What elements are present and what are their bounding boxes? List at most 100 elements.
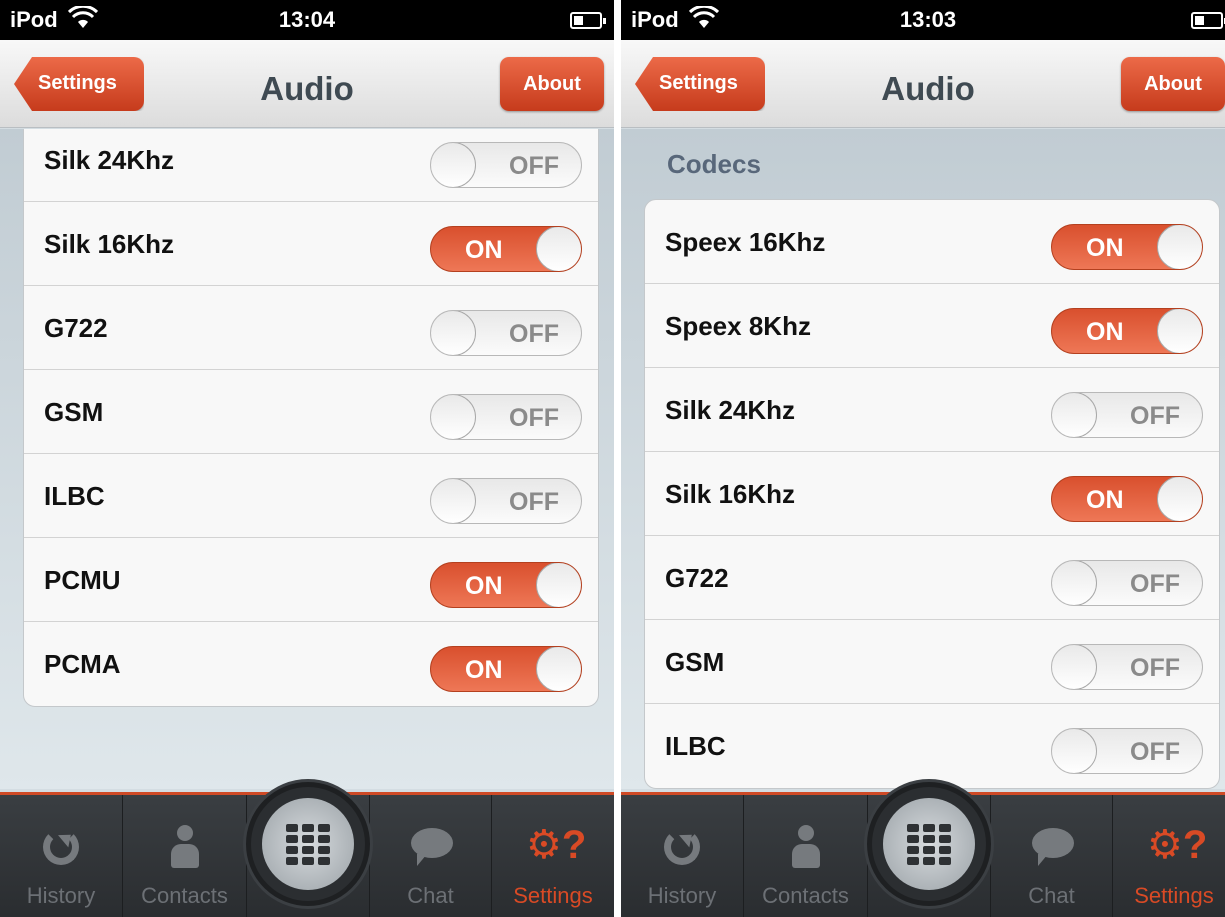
codec-toggle[interactable]: ON: [430, 562, 582, 608]
codec-label: GSM: [44, 397, 104, 427]
codec-label: Speex 8Khz: [665, 311, 811, 341]
tab-chat[interactable]: Chat: [369, 795, 492, 917]
tab-label: Settings: [1134, 883, 1214, 908]
status-time: 13:03: [899, 7, 957, 32]
keypad-button[interactable]: [867, 782, 991, 906]
toggle-state: ON: [1086, 486, 1124, 514]
contact-icon: [792, 825, 820, 869]
toggle-state: ON: [465, 656, 503, 684]
codec-label: Speex 16Khz: [665, 227, 826, 257]
about-button[interactable]: About: [1121, 57, 1225, 111]
tab-bar: History Contacts Chat ⚙? Settings: [621, 782, 1225, 917]
codec-label: ILBC: [44, 481, 105, 511]
codec-row-silk-16khz: Silk 16Khz ON: [24, 202, 598, 286]
tab-settings[interactable]: ⚙? Settings: [1113, 795, 1225, 917]
tab-contacts[interactable]: Contacts: [123, 795, 247, 917]
toggle-knob: [1157, 225, 1202, 269]
codec-label: Silk 16Khz: [665, 479, 796, 509]
codec-label: Silk 24Khz: [44, 145, 175, 175]
toggle-state: ON: [465, 236, 503, 264]
contact-icon: [171, 825, 199, 869]
codec-row-g722: G722 OFF: [24, 286, 598, 370]
codec-toggle[interactable]: ON: [1051, 224, 1203, 270]
toggle-knob: [1052, 729, 1097, 773]
tab-label: Settings: [513, 883, 593, 908]
tab-label: Contacts: [762, 883, 849, 908]
codec-label: G722: [44, 313, 108, 343]
section-header-codecs: Codecs: [667, 149, 761, 179]
keypad-icon-bg: [262, 798, 354, 890]
keypad-icon-bg: [883, 798, 975, 890]
codec-row-silk-24khz: Silk 24Khz OFF: [24, 129, 598, 202]
chat-icon: [411, 828, 453, 866]
toggle-state: OFF: [1130, 402, 1180, 430]
settings-icon: ⚙?: [1147, 823, 1208, 867]
audio-screen-left: iPod 13:04 Settings Audio About Silk 24K…: [0, 0, 614, 917]
codec-label: Silk 24Khz: [665, 395, 796, 425]
toggle-knob: [1052, 561, 1097, 605]
toggle-knob: [431, 479, 476, 523]
toggle-state: OFF: [509, 404, 559, 432]
chat-icon: [1032, 828, 1074, 866]
about-button[interactable]: About: [500, 57, 604, 111]
settings-icon: ⚙?: [526, 823, 587, 867]
codec-row-silk-24khz: Silk 24Khz OFF: [645, 368, 1219, 452]
toggle-state: ON: [1086, 318, 1124, 346]
history-icon: [43, 829, 79, 865]
codec-row-g722: G722 OFF: [645, 536, 1219, 620]
toggle-state: OFF: [1130, 654, 1180, 682]
tab-label: Chat: [407, 883, 454, 908]
status-bar: iPod 13:03: [621, 0, 1225, 40]
toggle-state: ON: [1086, 234, 1124, 262]
codec-label: PCMA: [44, 649, 121, 679]
codec-toggle[interactable]: OFF: [430, 142, 582, 188]
keypad-icon: [286, 824, 330, 865]
codec-toggle[interactable]: OFF: [1051, 392, 1203, 438]
toggle-knob: [1052, 645, 1097, 689]
toggle-state: OFF: [509, 320, 559, 348]
toggle-knob: [431, 143, 476, 187]
codec-toggle[interactable]: ON: [1051, 476, 1203, 522]
codec-row-pcma: PCMA ON: [24, 622, 598, 706]
codec-toggle[interactable]: OFF: [430, 478, 582, 524]
codec-toggle[interactable]: OFF: [1051, 560, 1203, 606]
toggle-knob: [536, 647, 581, 691]
codec-row-pcmu: PCMU ON: [24, 538, 598, 622]
tab-history[interactable]: History: [621, 795, 744, 917]
codecs-group: Speex 16Khz ON Speex 8Khz ON Silk 24Khz …: [644, 199, 1220, 789]
codec-toggle[interactable]: ON: [430, 646, 582, 692]
tab-history[interactable]: History: [0, 795, 123, 917]
tab-label: History: [26, 883, 96, 908]
codec-toggle[interactable]: OFF: [430, 310, 582, 356]
codec-label: Silk 16Khz: [44, 229, 175, 259]
codec-toggle[interactable]: ON: [430, 226, 582, 272]
history-icon: [664, 829, 700, 865]
codec-row-silk-16khz: Silk 16Khz ON: [645, 452, 1219, 536]
codec-row-gsm: GSM OFF: [645, 620, 1219, 704]
codec-label: GSM: [665, 647, 725, 677]
toggle-state: ON: [465, 572, 503, 600]
keypad-button[interactable]: [246, 782, 370, 906]
toggle-knob: [536, 227, 581, 271]
settings-content[interactable]: Silk 24Khz OFF Silk 16Khz ON G722 OFF GS…: [0, 129, 614, 789]
codecs-group: Silk 24Khz OFF Silk 16Khz ON G722 OFF GS…: [23, 129, 599, 707]
status-bar: iPod 13:04: [0, 0, 614, 40]
tab-settings[interactable]: ⚙? Settings: [492, 795, 614, 917]
codec-toggle[interactable]: OFF: [1051, 644, 1203, 690]
toggle-knob: [431, 395, 476, 439]
audio-screen-right: iPod 13:03 Settings Audio About Codecs S…: [621, 0, 1225, 917]
codec-toggle[interactable]: OFF: [1051, 728, 1203, 774]
codec-toggle[interactable]: ON: [1051, 308, 1203, 354]
tab-contacts[interactable]: Contacts: [744, 795, 868, 917]
codec-row-ilbc: ILBC OFF: [24, 454, 598, 538]
toggle-knob: [431, 311, 476, 355]
toggle-state: OFF: [509, 152, 559, 180]
codec-toggle[interactable]: OFF: [430, 394, 582, 440]
tab-chat[interactable]: Chat: [990, 795, 1113, 917]
codec-label: G722: [665, 563, 729, 593]
toggle-knob: [1157, 309, 1202, 353]
codec-row-ilbc: ILBC OFF: [645, 704, 1219, 788]
keypad-icon: [907, 824, 951, 865]
settings-content[interactable]: Codecs Speex 16Khz ON Speex 8Khz ON Silk…: [621, 129, 1225, 789]
status-time: 13:04: [278, 7, 336, 32]
